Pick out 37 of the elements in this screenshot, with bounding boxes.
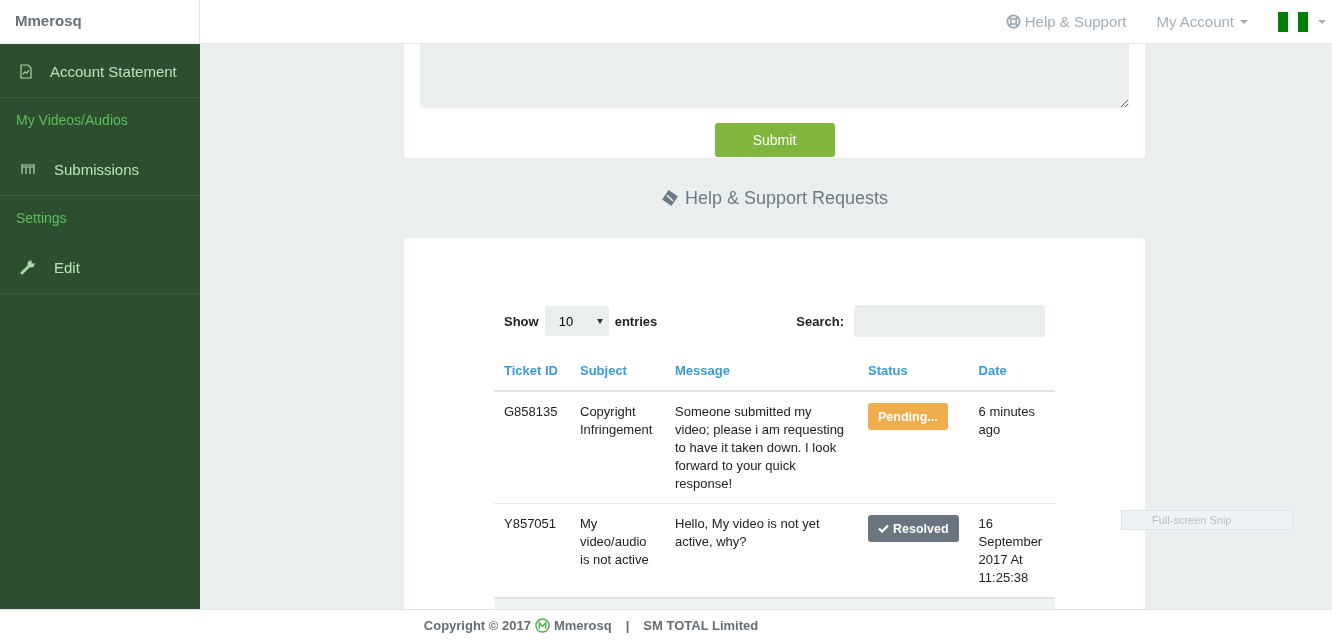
section-title: Help & Support Requests — [684, 187, 889, 209]
language-flag-dropdown[interactable] — [1278, 11, 1326, 32]
help-support-link[interactable]: Help & Support — [1005, 13, 1127, 30]
message-textarea[interactable] — [420, 44, 1129, 108]
column-header[interactable]: Ticket ID — [494, 353, 570, 391]
lifebuoy-icon — [1005, 14, 1021, 29]
status-badge: Pending... — [868, 403, 948, 430]
table-cell: Someone submitted my video; please i am requesting to have it taken down. I look forward to your quick response! — [665, 391, 858, 504]
footer-brand: Mmerosq — [553, 617, 612, 633]
entries-label: entries — [614, 313, 658, 329]
sidebar-link[interactable]: Edit — [0, 241, 200, 294]
sidebar-link[interactable]: Account Statement — [0, 45, 200, 98]
brand-name[interactable]: Mmerosq — [0, 0, 200, 44]
column-header[interactable]: Date — [968, 353, 1055, 391]
sidebar-heading: Settings — [15, 209, 68, 228]
company-name: SM TOTAL Limited — [643, 617, 759, 633]
table-cell: 6 minutes ago — [968, 391, 1055, 504]
sidebar-link[interactable]: Submissions — [0, 143, 200, 196]
column-header[interactable]: Message — [665, 353, 858, 391]
page-size-select[interactable]: 10 — [544, 306, 609, 336]
ticket-icon — [660, 189, 679, 207]
column-header[interactable]: Subject — [570, 353, 665, 391]
wrench-icon — [20, 259, 36, 275]
document-chart-icon — [20, 63, 32, 79]
table-icon — [20, 163, 36, 175]
submit-button[interactable]: Submit — [714, 123, 835, 157]
table-cell: Copyright Infringement — [570, 391, 665, 504]
footer-separator: | — [625, 617, 630, 633]
column-header[interactable]: Status — [858, 353, 969, 391]
copyright-text: Copyright © 2017 — [423, 617, 531, 633]
table-cell: G858135 — [494, 391, 570, 504]
status-badge: Resolved — [868, 515, 959, 542]
logo-icon — [534, 617, 550, 633]
show-label: Show — [504, 313, 539, 329]
sidebar-heading: My Videos/Audios — [15, 111, 129, 130]
search-label: Search: — [796, 313, 844, 329]
my-account-dropdown[interactable]: My Account — [1156, 13, 1248, 30]
